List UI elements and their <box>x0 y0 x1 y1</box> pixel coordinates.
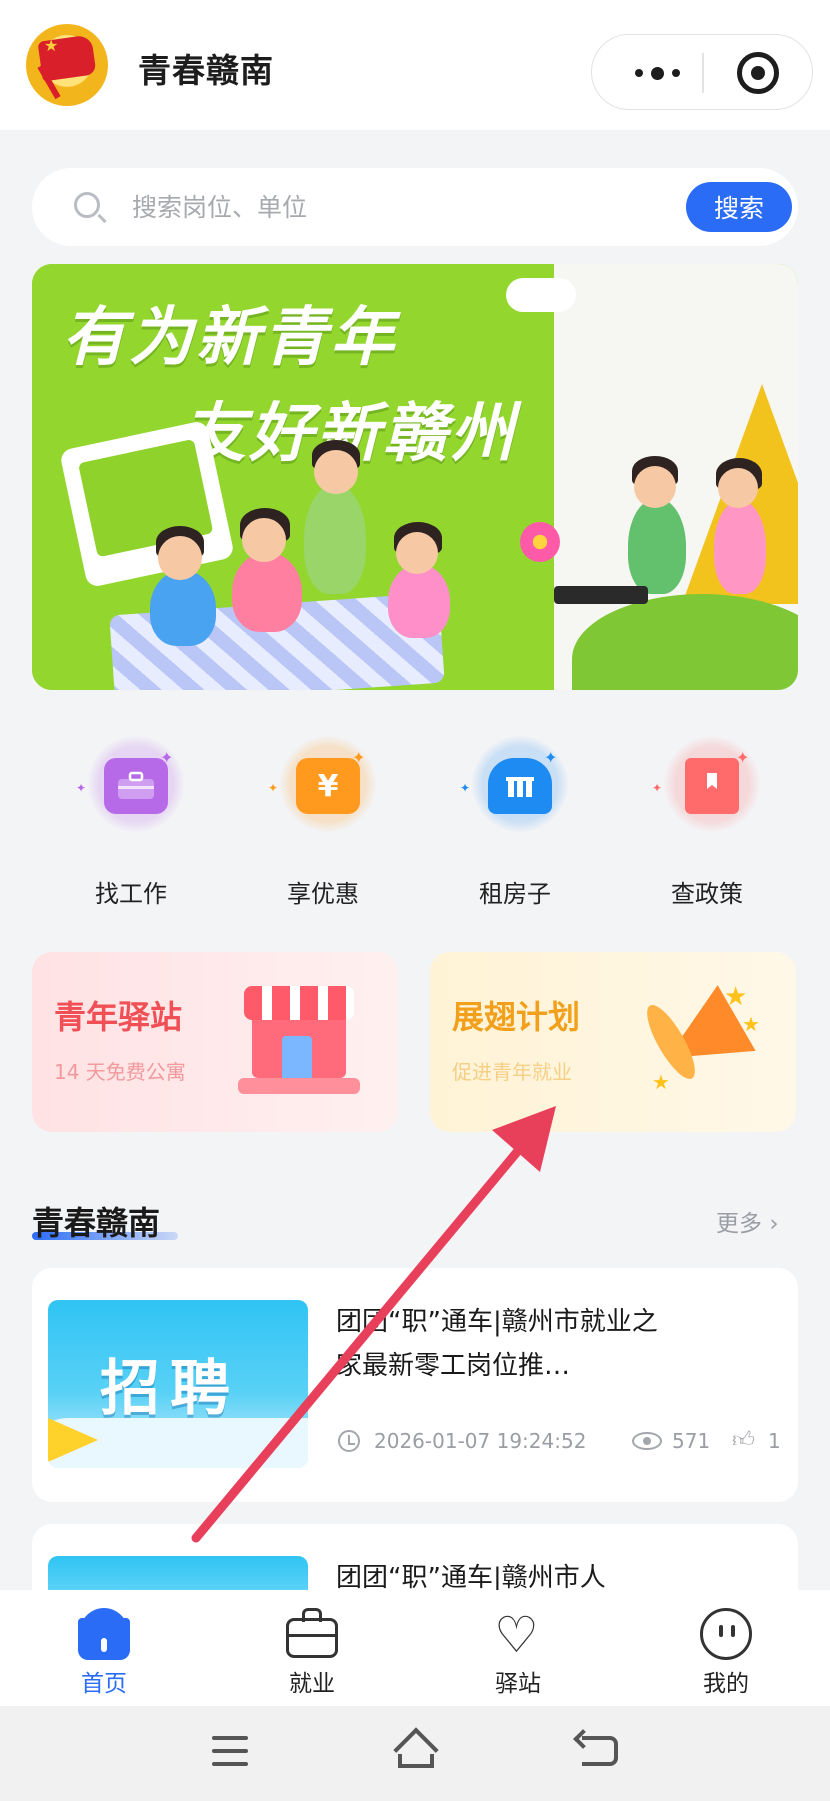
clock-icon <box>338 1430 360 1452</box>
flower-illustration <box>520 522 560 562</box>
section-title: 青春赣南 <box>32 1204 161 1242</box>
home-icon[interactable] <box>393 1727 439 1773</box>
tab-home[interactable]: 首页 <box>44 1600 164 1700</box>
smiley-icon <box>700 1608 752 1660</box>
bottom-tab-bar: 首页 就业 ♡ 驿站 我的 <box>0 1590 830 1706</box>
promo-card-youth-station[interactable]: 青年驿站 14 天免费公寓 <box>32 952 398 1132</box>
tab-mine[interactable]: 我的 <box>666 1600 786 1700</box>
more-label: 更多 <box>716 1211 762 1237</box>
article-card[interactable]: 团团“职”通车|赣州市人 <box>32 1524 798 1590</box>
tab-label: 驿站 <box>495 1671 541 1697</box>
quick-nav-label: 查政策 <box>671 880 743 908</box>
promo-title: 展翅计划 <box>452 998 581 1036</box>
menu-icon[interactable] <box>212 1736 248 1766</box>
promo-subtitle: 14 天免费公寓 <box>54 1060 186 1084</box>
tab-employment[interactable]: 就业 <box>252 1600 372 1700</box>
home-icon <box>78 1608 130 1660</box>
briefcase-icon <box>104 758 168 814</box>
quick-nav-label: 享优惠 <box>287 880 359 908</box>
system-navigation-bar <box>0 1706 830 1801</box>
search-button[interactable]: 搜索 <box>686 182 792 232</box>
close-mini-program-icon[interactable] <box>737 52 779 94</box>
book-icon <box>685 758 739 814</box>
grill-illustration <box>554 586 648 604</box>
search-bar: 搜索 <box>32 168 798 246</box>
article-title: 团团“职”通车|赣州市就业之家最新零工岗位推… <box>336 1307 658 1381</box>
search-icon <box>74 192 100 218</box>
search-input[interactable] <box>132 182 692 232</box>
article-views: 571 <box>672 1429 711 1453</box>
back-icon[interactable] <box>582 1736 618 1766</box>
article-likes: 1 <box>768 1429 781 1453</box>
cloud-illustration <box>506 278 576 312</box>
building-icon <box>488 758 552 814</box>
megaphone-icon: ★ ★ ★ <box>638 982 762 1102</box>
thumbnail-text: 招聘 <box>100 1354 240 1424</box>
article-title: 团团“职”通车|赣州市人 <box>336 1563 606 1590</box>
capsule-divider <box>702 53 704 93</box>
article-thumbnail: 招聘 <box>48 1300 308 1468</box>
chevron-right-icon: › <box>769 1211 779 1237</box>
promo-subtitle: 促进青年就业 <box>452 1060 572 1084</box>
megaphone-icon <box>48 1418 98 1462</box>
briefcase-icon <box>286 1608 338 1658</box>
quick-nav-label: 租房子 <box>479 880 551 908</box>
article-thumbnail <box>48 1556 308 1590</box>
more-link[interactable]: 更多 › <box>716 1204 779 1238</box>
quick-nav-rent-house[interactable]: ✦ ✦ 租房子 <box>440 736 590 912</box>
yen-ticket-icon: ¥ <box>296 758 360 814</box>
quick-nav-discounts[interactable]: ¥ ✦ ✦ 享优惠 <box>248 736 398 912</box>
banner-headline-1: 有为新青年 <box>62 301 397 375</box>
promo-title: 青年驿站 <box>54 998 183 1036</box>
tab-label: 就业 <box>289 1671 335 1697</box>
quick-nav-find-job[interactable]: ✦ ✦ 找工作 <box>56 736 206 912</box>
mini-program-capsule <box>591 34 813 110</box>
thumbs-up-icon[interactable]: 👍︎ <box>732 1426 755 1453</box>
eye-icon <box>632 1432 662 1450</box>
league-logo: ★ <box>26 24 108 106</box>
tab-label: 首页 <box>81 1671 127 1697</box>
shop-icon <box>238 986 360 1096</box>
app-title: 青春赣南 <box>138 51 274 90</box>
heart-icon: ♡ <box>494 1606 539 1664</box>
promo-card-wings-plan[interactable]: 展翅计划 促进青年就业 ★ ★ ★ <box>430 952 796 1132</box>
tab-station[interactable]: ♡ 驿站 <box>458 1600 578 1700</box>
article-time: 2026-01-07 19:24:52 <box>374 1429 587 1453</box>
promo-banner[interactable]: 有为新青年 友好新赣州 <box>32 264 798 690</box>
top-bar: ★ 青春赣南 <box>0 0 830 130</box>
tab-label: 我的 <box>703 1671 749 1697</box>
quick-nav-label: 找工作 <box>95 880 167 908</box>
more-options-icon[interactable] <box>622 55 692 91</box>
article-card[interactable]: 招聘 团团“职”通车|赣州市就业之家最新零工岗位推… 2026-01-07 19… <box>32 1268 798 1502</box>
quick-nav-check-policy[interactable]: ✦ ✦ 查政策 <box>632 736 782 912</box>
